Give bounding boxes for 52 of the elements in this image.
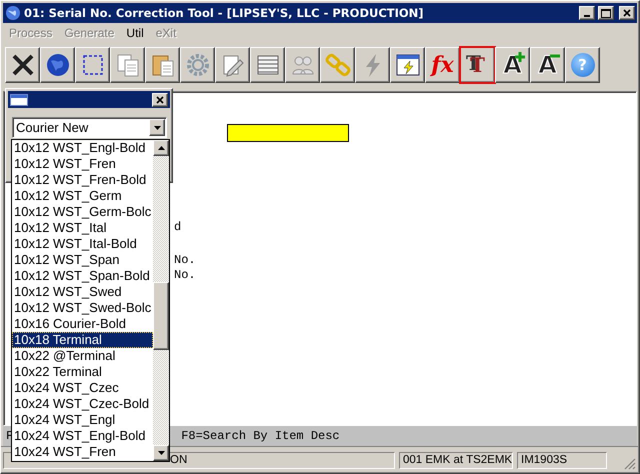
scroll-up-button[interactable]: [153, 140, 169, 156]
globe-icon: [44, 52, 70, 78]
list-item[interactable]: 10x12 WST_Swed-Bolc: [12, 300, 153, 316]
toolbar-button[interactable]: [285, 47, 320, 83]
toolbar-button[interactable]: [145, 47, 180, 83]
toolbar-button[interactable]: [320, 47, 355, 83]
toolbar-button[interactable]: [110, 47, 145, 83]
menu-item[interactable]: Util: [126, 26, 144, 40]
scroll-thumb[interactable]: [153, 282, 169, 350]
window-title: 01: Serial No. Correction Tool - [LIPSEY'S, LLC - PRODUCTION]: [24, 6, 425, 20]
scrollbar[interactable]: [153, 140, 169, 461]
toolbar-button[interactable]: [250, 47, 285, 83]
chain-link-icon: [324, 52, 350, 78]
screen-text: d: [174, 220, 182, 235]
toolbar-button[interactable]: [75, 47, 110, 83]
toolbar-button[interactable]: [215, 47, 250, 83]
list-item[interactable]: 10x18 Terminal: [12, 332, 153, 348]
toolbar-button[interactable]: [40, 47, 75, 83]
toolbar-button[interactable]: A: [530, 47, 565, 83]
close-icon: [156, 96, 164, 104]
status-panel: 001 EMK at TS2EMK: [399, 452, 513, 468]
function-key-text: F8=Search By Item Desc: [181, 429, 340, 443]
font-combo-box[interactable]: Courier New: [12, 117, 167, 138]
window-icon: [10, 94, 28, 106]
toolbar-button[interactable]: [355, 47, 390, 83]
gear-icon: [184, 52, 210, 78]
maximize-icon: [601, 8, 611, 18]
close-icon: [10, 52, 36, 78]
scroll-down-button[interactable]: [153, 445, 169, 461]
toolbar-button[interactable]: A: [495, 47, 530, 83]
caret-icon: [154, 126, 160, 130]
minimize-button[interactable]: [579, 6, 595, 20]
resize-grip-icon[interactable]: [624, 458, 636, 470]
dropdown-button[interactable]: [149, 119, 165, 136]
status-panel: IM1903S: [517, 452, 607, 468]
maximize-button[interactable]: [598, 6, 614, 20]
close-button[interactable]: [619, 6, 635, 20]
up-arrow-icon: [158, 146, 164, 150]
close-button[interactable]: [152, 92, 168, 106]
window-lightning-icon: [394, 52, 420, 78]
toolbar-button[interactable]: T: [460, 47, 495, 83]
toolbar-button[interactable]: [390, 47, 425, 83]
screen-text: No.: [174, 268, 196, 283]
close-icon: [623, 9, 631, 17]
toolbar-button[interactable]: [180, 47, 215, 83]
input-field[interactable]: [227, 124, 349, 142]
screen-text: No.: [174, 253, 196, 268]
list-item[interactable]: 10x12 WST_Germ-Bolc: [12, 204, 153, 220]
toolbar-button[interactable]: [5, 47, 40, 83]
copy-icon: [114, 52, 140, 78]
globe-icon: [5, 5, 21, 21]
down-arrow-icon: [158, 451, 164, 455]
